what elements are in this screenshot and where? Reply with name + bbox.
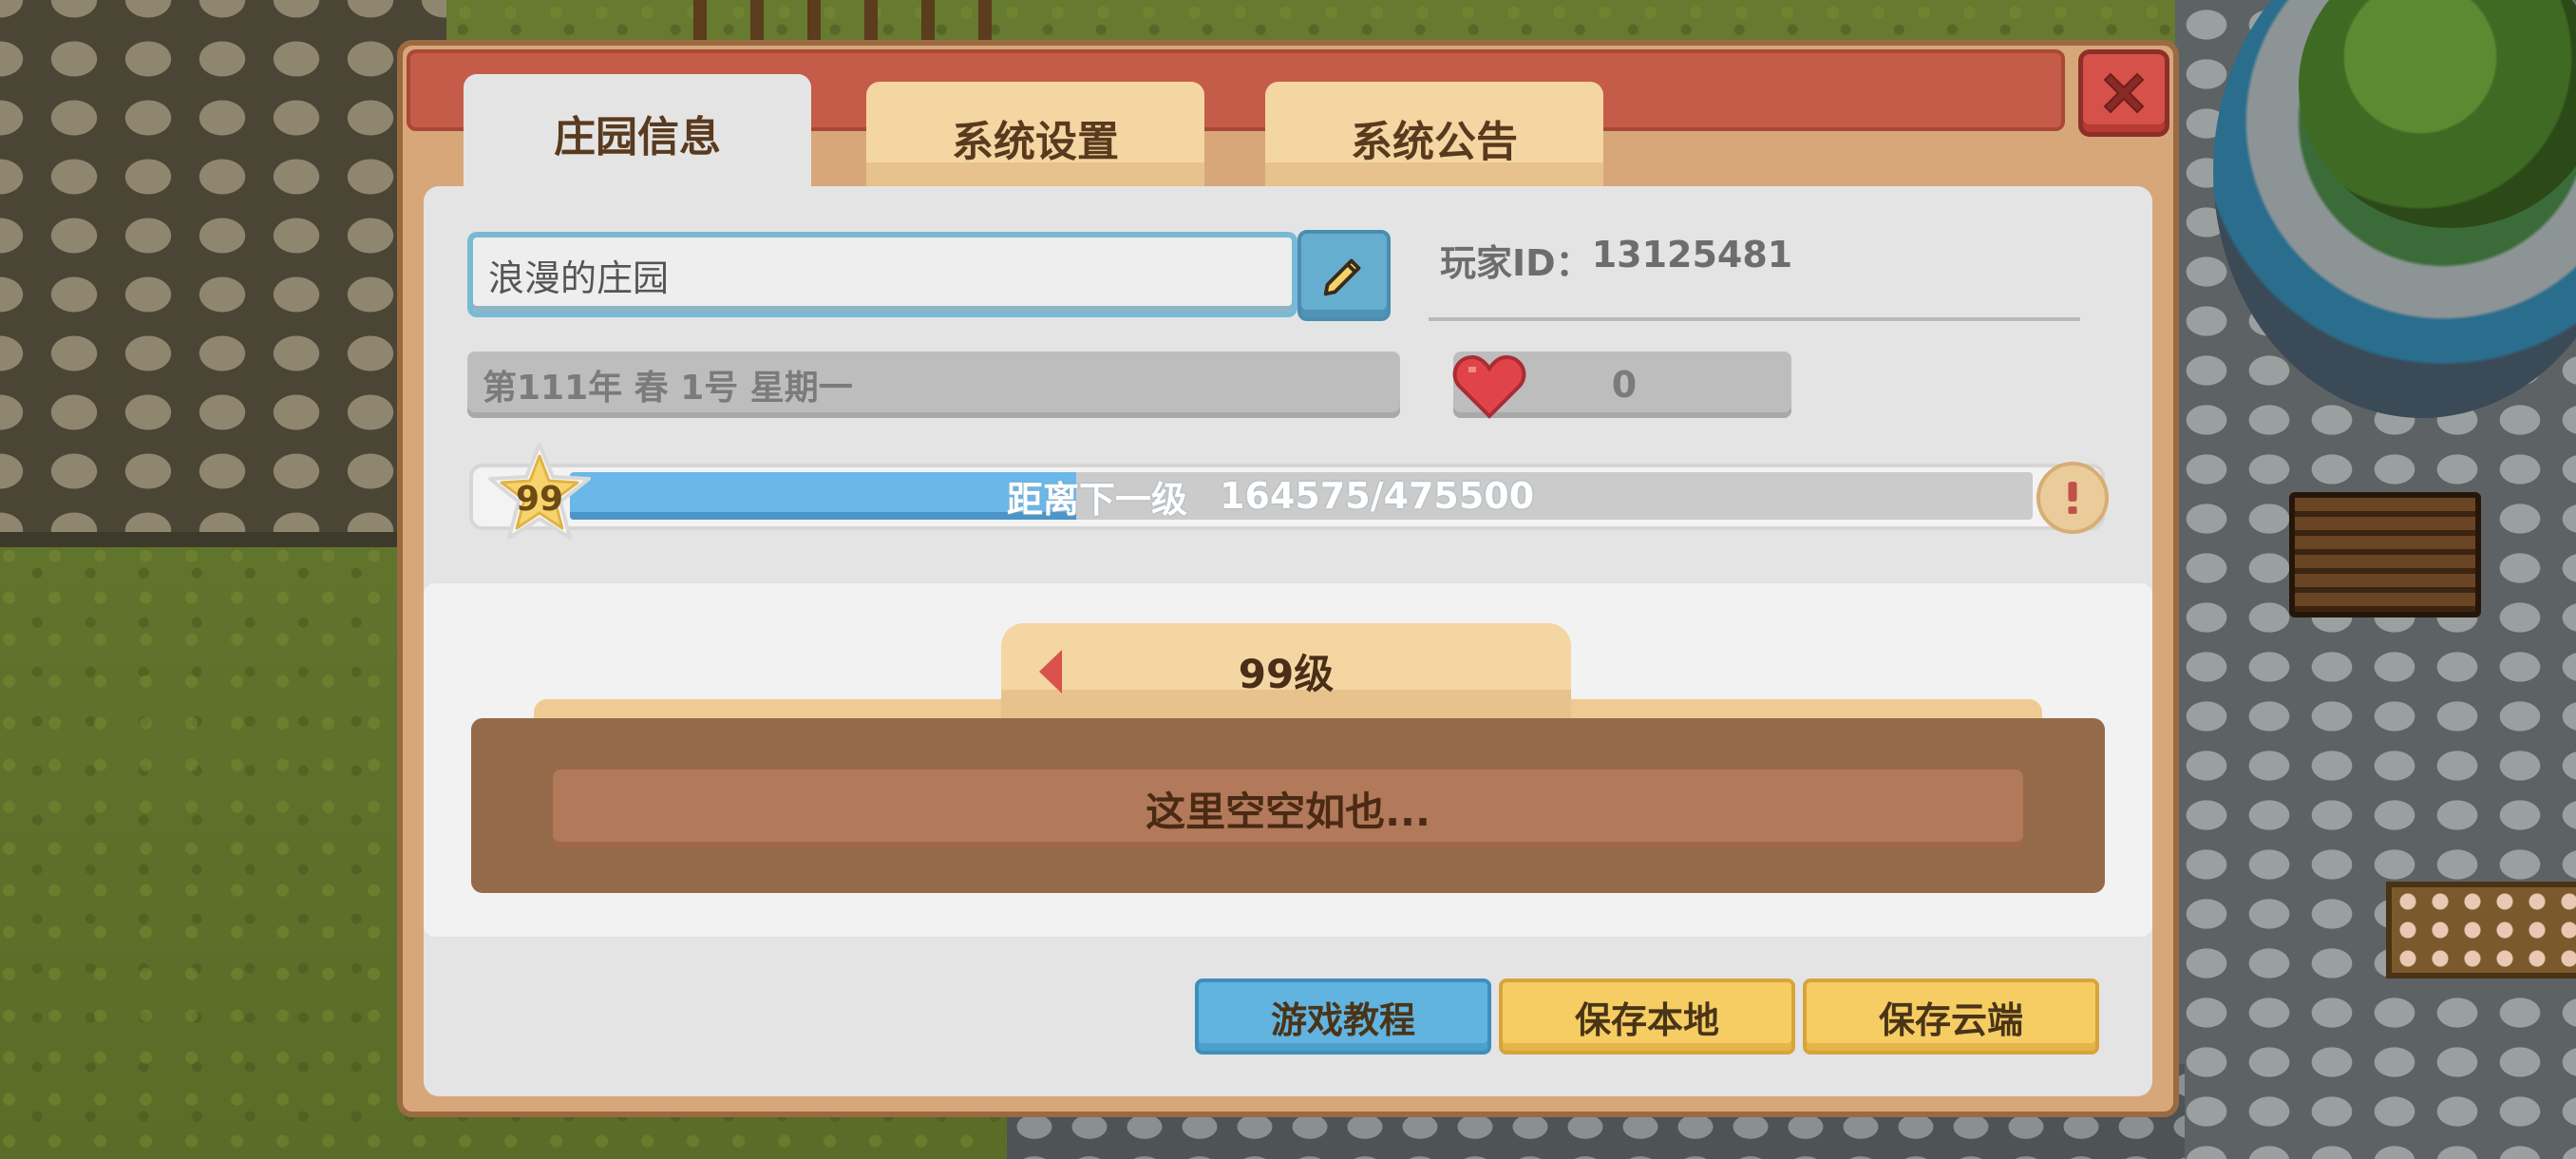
xp-value: 164575/475500 [1220, 475, 1535, 517]
xp-text: 距离下一级 164575/475500 [1007, 472, 1535, 521]
tab-system-settings[interactable]: 系统设置 [866, 82, 1204, 194]
level-badge-number: 99 [515, 479, 564, 519]
arrow-left-icon[interactable] [1033, 646, 1068, 697]
player-id-value: 13125481 [1591, 234, 1793, 276]
game-date: 第111年 春 1号 星期一 [467, 352, 1400, 418]
game-tutorial-button[interactable]: 游戏教程 [1195, 978, 1491, 1054]
player-id-label: 玩家ID： [1440, 242, 1592, 284]
wooden-fence [693, 0, 997, 46]
heart-icon [1452, 354, 1526, 419]
flower-planter [2386, 882, 2576, 978]
close-icon [2103, 72, 2145, 114]
close-button[interactable] [2078, 49, 2169, 137]
player-id: 玩家ID： 13125481 [1440, 234, 1792, 286]
save-local-button[interactable]: 保存本地 [1499, 978, 1795, 1054]
xp-label: 距离下一级 [1007, 478, 1188, 521]
divider [1429, 317, 2080, 321]
level-title: 99级 [1001, 623, 1571, 718]
pencil-icon [1323, 258, 1361, 296]
tab-farm-info[interactable]: 庄园信息 [464, 74, 811, 192]
farm-name-input[interactable]: 浪漫的庄园 [467, 232, 1297, 317]
stone-wall-overlay [0, 0, 446, 532]
bench [2289, 492, 2481, 618]
game-date-text: 第111年 春 1号 星期一 [483, 369, 853, 408]
reward-empty-message: 这里空空如也... [553, 770, 2023, 847]
likes-count: 0 [1611, 364, 1638, 406]
save-cloud-button[interactable]: 保存云端 [1803, 978, 2099, 1054]
tab-system-announcement[interactable]: 系统公告 [1265, 82, 1603, 194]
xp-bar-fill [570, 472, 1076, 520]
edit-name-button[interactable] [1297, 230, 1391, 321]
level-info-button[interactable] [2036, 462, 2109, 534]
exclamation-icon [2068, 482, 2077, 514]
